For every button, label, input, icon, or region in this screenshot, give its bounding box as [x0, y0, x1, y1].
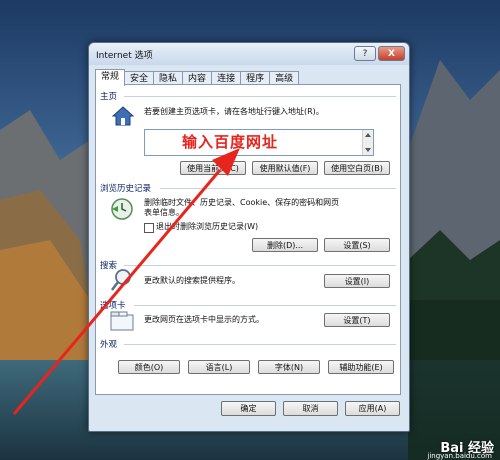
watermark-url: jingyan.baidu.com	[427, 452, 492, 460]
annotation-label: 输入百度网址	[182, 133, 279, 151]
tab-general[interactable]: 常规	[95, 69, 126, 86]
annotation-arrow	[12, 148, 240, 415]
